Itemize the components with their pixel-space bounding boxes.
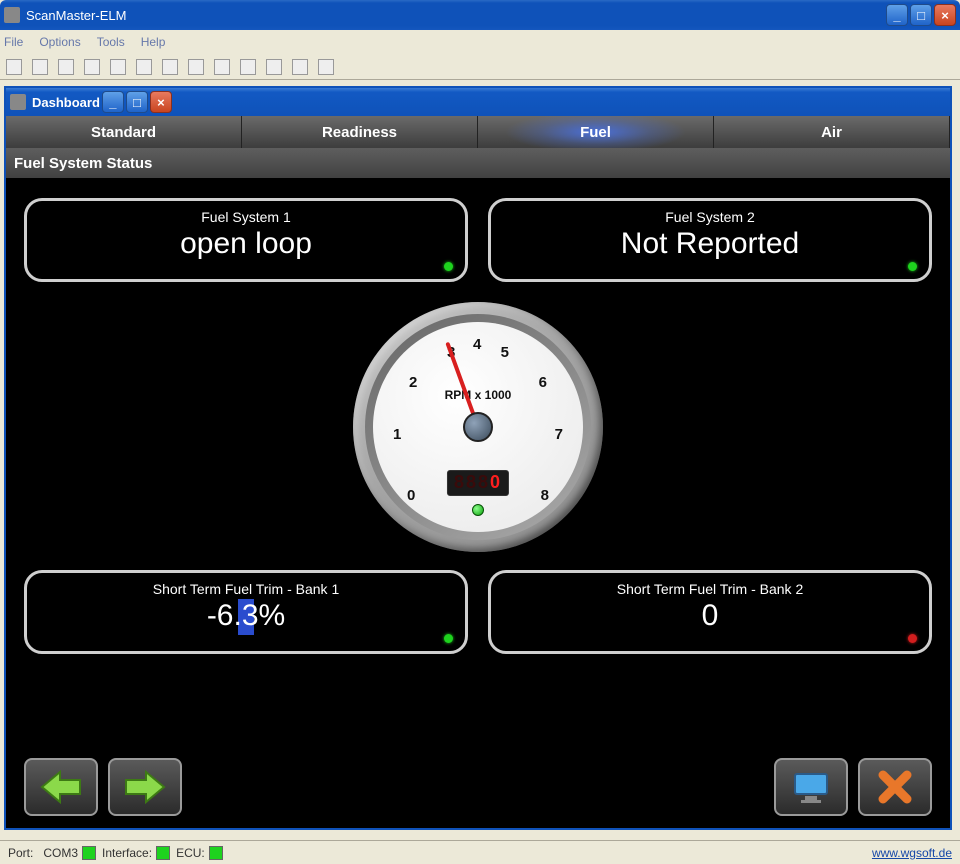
display-button[interactable] [774,758,848,816]
monitor-icon [791,770,831,804]
panel-fuel-system-1: Fuel System 1 open loop [24,198,468,282]
tab-readiness[interactable]: Readiness [242,116,478,148]
status-led-icon [908,634,917,643]
toolbar-icon[interactable] [240,59,256,75]
toolbar-icon[interactable] [58,59,74,75]
panel-label: Fuel System 2 [505,209,915,225]
toolbar-icon[interactable] [214,59,230,75]
gauge-tick: 2 [409,374,417,391]
panel-value: 0 [505,599,915,633]
panel-value: Not Reported [505,227,915,261]
panel-value: -6.3% [41,599,451,633]
tab-air[interactable]: Air [714,116,950,148]
gauge-tick: 8 [541,487,549,504]
menu-help[interactable]: Help [141,35,166,49]
gauge-led-icon [472,504,484,516]
panel-value: open loop [41,227,451,261]
cancel-button[interactable] [858,758,932,816]
ecu-led-icon [209,846,223,860]
statusbar: Port: COM3 Interface: ECU: www.wgsoft.de [0,840,960,864]
panel-label: Fuel System 1 [41,209,451,225]
gauge-tick: 7 [555,426,563,443]
menu-file[interactable]: File [4,35,23,49]
status-ecu-label: ECU: [176,846,205,860]
gauge-tick: 4 [473,336,481,353]
child-titlebar: Dashboard _ □ × [6,88,950,116]
main-titlebar: ScanMaster-ELM _ □ × [0,0,960,30]
bottom-nav [24,758,932,816]
toolbar-icon[interactable] [84,59,100,75]
dashboard-content: Fuel System 1 open loop Fuel System 2 No… [6,178,950,828]
status-port-value: COM3 [43,846,78,860]
toolbar-icon[interactable] [110,59,126,75]
toolbar-icon[interactable] [136,59,152,75]
child-maximize-button[interactable]: □ [126,91,148,113]
toolbar-icon[interactable] [318,59,334,75]
status-led-icon [444,262,453,271]
gauge-tick: 6 [539,374,547,391]
port-led-icon [82,846,96,860]
arrow-left-icon [40,770,82,804]
gauge-tick: 1 [393,426,401,443]
child-app-icon [10,94,26,110]
status-port-label: Port: [8,846,33,860]
x-icon [877,769,913,805]
toolbar-icon[interactable] [292,59,308,75]
vendor-link[interactable]: www.wgsoft.de [872,846,952,860]
child-close-button[interactable]: × [150,91,172,113]
status-led-icon [908,262,917,271]
toolbar-icon[interactable] [6,59,22,75]
menu-tools[interactable]: Tools [97,35,125,49]
panel-fuel-trim-bank-1: Short Term Fuel Trim - Bank 1 -6.3% [24,570,468,654]
toolbar-icon[interactable] [32,59,48,75]
interface-led-icon [156,846,170,860]
minimize-button[interactable]: _ [886,4,908,26]
app-icon [4,7,20,23]
panel-fuel-system-2: Fuel System 2 Not Reported [488,198,932,282]
panel-fuel-trim-bank-2: Short Term Fuel Trim - Bank 2 0 [488,570,932,654]
toolbar-icon[interactable] [162,59,178,75]
close-button[interactable]: × [934,4,956,26]
arrow-right-icon [124,770,166,804]
dashboard-tabs: Standard Readiness Fuel Air [6,116,950,148]
toolbar [0,54,960,80]
main-title: ScanMaster-ELM [26,8,126,23]
gauge-digital: 8880 [447,470,509,496]
gauge-tick: 5 [501,344,509,361]
gauge-title: RPM x 1000 [373,388,583,402]
gauge-hub [463,412,493,442]
tab-standard[interactable]: Standard [6,116,242,148]
menu-options[interactable]: Options [39,35,80,49]
menubar: File Options Tools Help [0,30,960,54]
panel-label: Short Term Fuel Trim - Bank 2 [505,581,915,597]
maximize-button[interactable]: □ [910,4,932,26]
toolbar-icon[interactable] [266,59,282,75]
dashboard-window: Dashboard _ □ × Standard Readiness Fuel … [4,86,952,830]
child-minimize-button[interactable]: _ [102,91,124,113]
rpm-gauge: RPM x 1000 0 1 2 3 4 5 6 7 8 8880 [353,302,603,552]
section-header: Fuel System Status [6,148,950,178]
next-button[interactable] [108,758,182,816]
status-led-icon [444,634,453,643]
toolbar-icon[interactable] [188,59,204,75]
prev-button[interactable] [24,758,98,816]
panel-label: Short Term Fuel Trim - Bank 1 [41,581,451,597]
status-interface-label: Interface: [102,846,152,860]
gauge-tick: 0 [407,487,415,504]
child-title: Dashboard [32,95,100,110]
tab-fuel[interactable]: Fuel [478,116,714,148]
